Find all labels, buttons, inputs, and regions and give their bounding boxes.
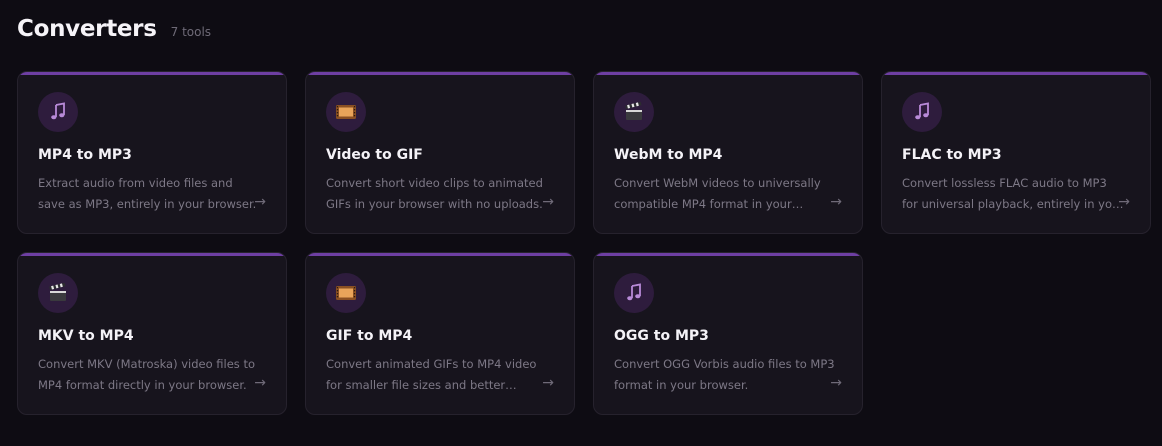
card-accent-bar (594, 72, 862, 75)
card-accent-bar (18, 253, 286, 256)
tool-card-mp4-to-mp3[interactable]: MP4 to MP3 Extract audio from video file… (17, 71, 287, 234)
tool-card-gif-to-mp4[interactable]: GIF to MP4 Convert animated GIFs to MP4 … (305, 252, 575, 415)
card-accent-bar (594, 253, 862, 256)
card-accent-bar (306, 253, 574, 256)
clapperboard-icon (38, 273, 78, 313)
tool-card-ogg-to-mp3[interactable]: OGG to MP3 Convert OGG Vorbis audio file… (593, 252, 863, 415)
tool-card-flac-to-mp3[interactable]: FLAC to MP3 Convert lossless FLAC audio … (881, 71, 1151, 234)
card-title: GIF to MP4 (326, 328, 413, 344)
arrow-right-icon: → (542, 194, 554, 210)
card-description: Convert lossless FLAC audio to MP3 for u… (902, 176, 1124, 211)
card-title: MKV to MP4 (38, 328, 134, 344)
arrow-right-icon: → (254, 194, 266, 210)
music-note-icon (902, 92, 942, 132)
film-frames-icon (326, 273, 366, 313)
card-description: Extract audio from video files and save … (38, 176, 257, 211)
card-title: OGG to MP3 (614, 328, 709, 344)
card-description: Convert WebM videos to universally compa… (614, 176, 821, 211)
tool-card-webm-to-mp4[interactable]: WebM to MP4 Convert WebM videos to unive… (593, 71, 863, 234)
card-description: Convert short video clips to animated GI… (326, 176, 543, 211)
music-note-icon (38, 92, 78, 132)
film-frames-icon (326, 92, 366, 132)
card-title: WebM to MP4 (614, 147, 723, 163)
card-accent-bar (18, 72, 286, 75)
arrow-right-icon: → (254, 375, 266, 391)
card-accent-bar (306, 72, 574, 75)
music-note-icon (614, 273, 654, 313)
tool-card-video-to-gif[interactable]: Video to GIF Convert short video clips t… (305, 71, 575, 234)
card-description: Convert OGG Vorbis audio files to MP3 fo… (614, 357, 835, 392)
arrow-right-icon: → (830, 375, 842, 391)
section-header: Converters 7 tools (17, 16, 211, 42)
card-description: Convert MKV (Matroska) video files to MP… (38, 357, 256, 392)
arrow-right-icon: → (542, 375, 554, 391)
card-accent-bar (882, 72, 1150, 75)
clapperboard-icon (614, 92, 654, 132)
arrow-right-icon: → (830, 194, 842, 210)
converter-grid: MP4 to MP3 Extract audio from video file… (17, 71, 1151, 415)
tool-count: 7 tools (170, 25, 212, 39)
card-description: Convert animated GIFs to MP4 video for s… (326, 357, 537, 392)
card-title: MP4 to MP3 (38, 147, 132, 163)
tool-card-mkv-to-mp4[interactable]: MKV to MP4 Convert MKV (Matroska) video … (17, 252, 287, 415)
card-title: FLAC to MP3 (902, 147, 1002, 163)
section-title: Converters (17, 16, 157, 42)
card-title: Video to GIF (326, 147, 423, 163)
arrow-right-icon: → (1118, 194, 1130, 210)
